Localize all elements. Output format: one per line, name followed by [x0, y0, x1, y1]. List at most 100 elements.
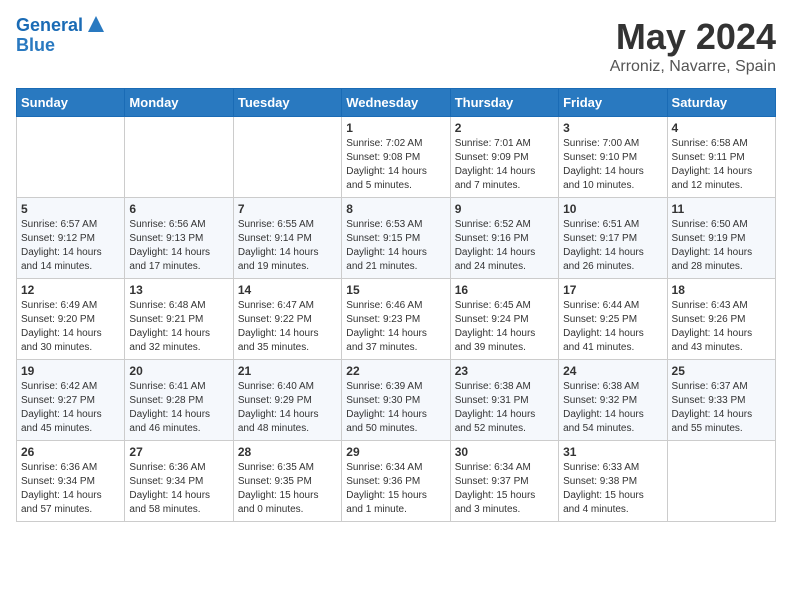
calendar-week-row: 19 Sunrise: 6:42 AM Sunset: 9:27 PM Dayli… — [17, 360, 776, 441]
calendar-cell: 2 Sunrise: 7:01 AM Sunset: 9:09 PM Daylig… — [450, 117, 558, 198]
day-content: Sunrise: 7:01 AM Sunset: 9:09 PM Dayligh… — [455, 137, 554, 193]
calendar-cell: 28Sunrise: 6:35 AM Sunset: 9:35 PM Dayli… — [233, 441, 341, 522]
day-content: Sunrise: 6:51 AM Sunset: 9:17 PM Dayligh… — [563, 218, 662, 274]
calendar-cell: 20 Sunrise: 6:41 AM Sunset: 9:28 PM Dayli… — [125, 360, 233, 441]
day-number: 17 — [563, 283, 662, 297]
day-content: Sunrise: 6:45 AM Sunset: 9:24 PM Dayligh… — [455, 299, 554, 355]
day-content: Sunrise: 6:39 AM Sunset: 9:30 PM Dayligh… — [346, 380, 445, 436]
logo-triangle-icon — [88, 16, 104, 32]
calendar-cell: 4Sunrise: 6:58 AM Sunset: 9:11 PM Daylig… — [667, 117, 775, 198]
calendar-week-row: 1 Sunrise: 7:02 AM Sunset: 9:08 PM Daylig… — [17, 117, 776, 198]
logo-blue-text: Blue — [16, 36, 55, 56]
day-number: 12 — [21, 283, 120, 297]
calendar-cell: 23 Sunrise: 6:38 AM Sunset: 9:31 PM Dayli… — [450, 360, 558, 441]
day-content: Sunrise: 6:53 AM Sunset: 9:15 PM Dayligh… — [346, 218, 445, 274]
calendar-cell: 30 Sunrise: 6:34 AM Sunset: 9:37 PM Dayli… — [450, 441, 558, 522]
calendar-cell: 18Sunrise: 6:43 AM Sunset: 9:26 PM Dayli… — [667, 279, 775, 360]
day-number: 15 — [346, 283, 445, 297]
day-number: 30 — [455, 445, 554, 459]
calendar-cell — [17, 117, 125, 198]
calendar-cell: 24 Sunrise: 6:38 AM Sunset: 9:32 PM Dayli… — [559, 360, 667, 441]
day-number: 20 — [129, 364, 228, 378]
day-number: 23 — [455, 364, 554, 378]
calendar-cell: 19 Sunrise: 6:42 AM Sunset: 9:27 PM Dayli… — [17, 360, 125, 441]
day-number: 11 — [672, 202, 771, 216]
day-number: 3 — [563, 121, 662, 135]
day-content: Sunrise: 7:00 AM Sunset: 9:10 PM Dayligh… — [563, 137, 662, 193]
calendar-cell: 26 Sunrise: 6:36 AM Sunset: 9:34 PM Dayli… — [17, 441, 125, 522]
main-title: May 2024 — [610, 16, 776, 58]
calendar-cell: 9Sunrise: 6:52 AM Sunset: 9:16 PM Daylig… — [450, 198, 558, 279]
subtitle: Arroniz, Navarre, Spain — [610, 58, 776, 76]
day-content: Sunrise: 6:49 AM Sunset: 9:20 PM Dayligh… — [21, 299, 120, 355]
day-content: Sunrise: 7:02 AM Sunset: 9:08 PM Dayligh… — [346, 137, 445, 193]
calendar-week-row: 12 Sunrise: 6:49 AM Sunset: 9:20 PM Dayli… — [17, 279, 776, 360]
day-header-saturday: Saturday — [667, 89, 775, 117]
day-number: 28 — [238, 445, 337, 459]
day-number: 1 — [346, 121, 445, 135]
calendar-cell: 17Sunrise: 6:44 AM Sunset: 9:25 PM Dayli… — [559, 279, 667, 360]
day-number: 13 — [129, 283, 228, 297]
calendar-cell: 27 Sunrise: 6:36 AM Sunset: 9:34 PM Dayli… — [125, 441, 233, 522]
calendar-cell: 16 Sunrise: 6:45 AM Sunset: 9:24 PM Dayli… — [450, 279, 558, 360]
day-number: 2 — [455, 121, 554, 135]
calendar-cell: 25Sunrise: 6:37 AM Sunset: 9:33 PM Dayli… — [667, 360, 775, 441]
day-number: 21 — [238, 364, 337, 378]
day-content: Sunrise: 6:41 AM Sunset: 9:28 PM Dayligh… — [129, 380, 228, 436]
day-content: Sunrise: 6:57 AM Sunset: 9:12 PM Dayligh… — [21, 218, 120, 274]
day-content: Sunrise: 6:36 AM Sunset: 9:34 PM Dayligh… — [129, 461, 228, 517]
day-content: Sunrise: 6:34 AM Sunset: 9:36 PM Dayligh… — [346, 461, 445, 517]
calendar-cell: 13 Sunrise: 6:48 AM Sunset: 9:21 PM Dayli… — [125, 279, 233, 360]
calendar-cell: 11Sunrise: 6:50 AM Sunset: 9:19 PM Dayli… — [667, 198, 775, 279]
day-number: 26 — [21, 445, 120, 459]
day-number: 19 — [21, 364, 120, 378]
calendar-week-row: 26 Sunrise: 6:36 AM Sunset: 9:34 PM Dayli… — [17, 441, 776, 522]
logo-text: General — [16, 16, 83, 36]
calendar-cell — [233, 117, 341, 198]
day-content: Sunrise: 6:40 AM Sunset: 9:29 PM Dayligh… — [238, 380, 337, 436]
day-content: Sunrise: 6:43 AM Sunset: 9:26 PM Dayligh… — [672, 299, 771, 355]
day-header-sunday: Sunday — [17, 89, 125, 117]
day-content: Sunrise: 6:38 AM Sunset: 9:32 PM Dayligh… — [563, 380, 662, 436]
day-number: 16 — [455, 283, 554, 297]
day-content: Sunrise: 6:56 AM Sunset: 9:13 PM Dayligh… — [129, 218, 228, 274]
calendar-cell — [667, 441, 775, 522]
day-content: Sunrise: 6:34 AM Sunset: 9:37 PM Dayligh… — [455, 461, 554, 517]
day-content: Sunrise: 6:46 AM Sunset: 9:23 PM Dayligh… — [346, 299, 445, 355]
day-number: 5 — [21, 202, 120, 216]
day-content: Sunrise: 6:47 AM Sunset: 9:22 PM Dayligh… — [238, 299, 337, 355]
calendar-cell: 7Sunrise: 6:55 AM Sunset: 9:14 PM Daylig… — [233, 198, 341, 279]
calendar-table: SundayMondayTuesdayWednesdayThursdayFrid… — [16, 88, 776, 522]
day-number: 25 — [672, 364, 771, 378]
day-number: 24 — [563, 364, 662, 378]
calendar-cell: 6 Sunrise: 6:56 AM Sunset: 9:13 PM Daylig… — [125, 198, 233, 279]
day-number: 27 — [129, 445, 228, 459]
day-content: Sunrise: 6:48 AM Sunset: 9:21 PM Dayligh… — [129, 299, 228, 355]
calendar-cell: 29 Sunrise: 6:34 AM Sunset: 9:36 PM Dayli… — [342, 441, 450, 522]
calendar-header-row: SundayMondayTuesdayWednesdayThursdayFrid… — [17, 89, 776, 117]
day-number: 22 — [346, 364, 445, 378]
day-content: Sunrise: 6:38 AM Sunset: 9:31 PM Dayligh… — [455, 380, 554, 436]
calendar-cell: 5 Sunrise: 6:57 AM Sunset: 9:12 PM Daylig… — [17, 198, 125, 279]
day-content: Sunrise: 6:42 AM Sunset: 9:27 PM Dayligh… — [21, 380, 120, 436]
day-number: 14 — [238, 283, 337, 297]
day-number: 31 — [563, 445, 662, 459]
calendar-cell: 3 Sunrise: 7:00 AM Sunset: 9:10 PM Daylig… — [559, 117, 667, 198]
day-number: 8 — [346, 202, 445, 216]
day-content: Sunrise: 6:55 AM Sunset: 9:14 PM Dayligh… — [238, 218, 337, 274]
day-number: 29 — [346, 445, 445, 459]
day-content: Sunrise: 6:33 AM Sunset: 9:38 PM Dayligh… — [563, 461, 662, 517]
calendar-cell: 31 Sunrise: 6:33 AM Sunset: 9:38 PM Dayli… — [559, 441, 667, 522]
calendar-week-row: 5 Sunrise: 6:57 AM Sunset: 9:12 PM Daylig… — [17, 198, 776, 279]
page-header: General Blue May 2024 Arroniz, Navarre, … — [16, 16, 776, 76]
day-header-monday: Monday — [125, 89, 233, 117]
logo: General Blue — [16, 16, 104, 56]
calendar-cell: 8 Sunrise: 6:53 AM Sunset: 9:15 PM Daylig… — [342, 198, 450, 279]
day-content: Sunrise: 6:52 AM Sunset: 9:16 PM Dayligh… — [455, 218, 554, 274]
calendar-cell — [125, 117, 233, 198]
calendar-cell: 10Sunrise: 6:51 AM Sunset: 9:17 PM Dayli… — [559, 198, 667, 279]
day-number: 6 — [129, 202, 228, 216]
calendar-cell: 1 Sunrise: 7:02 AM Sunset: 9:08 PM Daylig… — [342, 117, 450, 198]
calendar-cell: 12 Sunrise: 6:49 AM Sunset: 9:20 PM Dayli… — [17, 279, 125, 360]
day-content: Sunrise: 6:36 AM Sunset: 9:34 PM Dayligh… — [21, 461, 120, 517]
